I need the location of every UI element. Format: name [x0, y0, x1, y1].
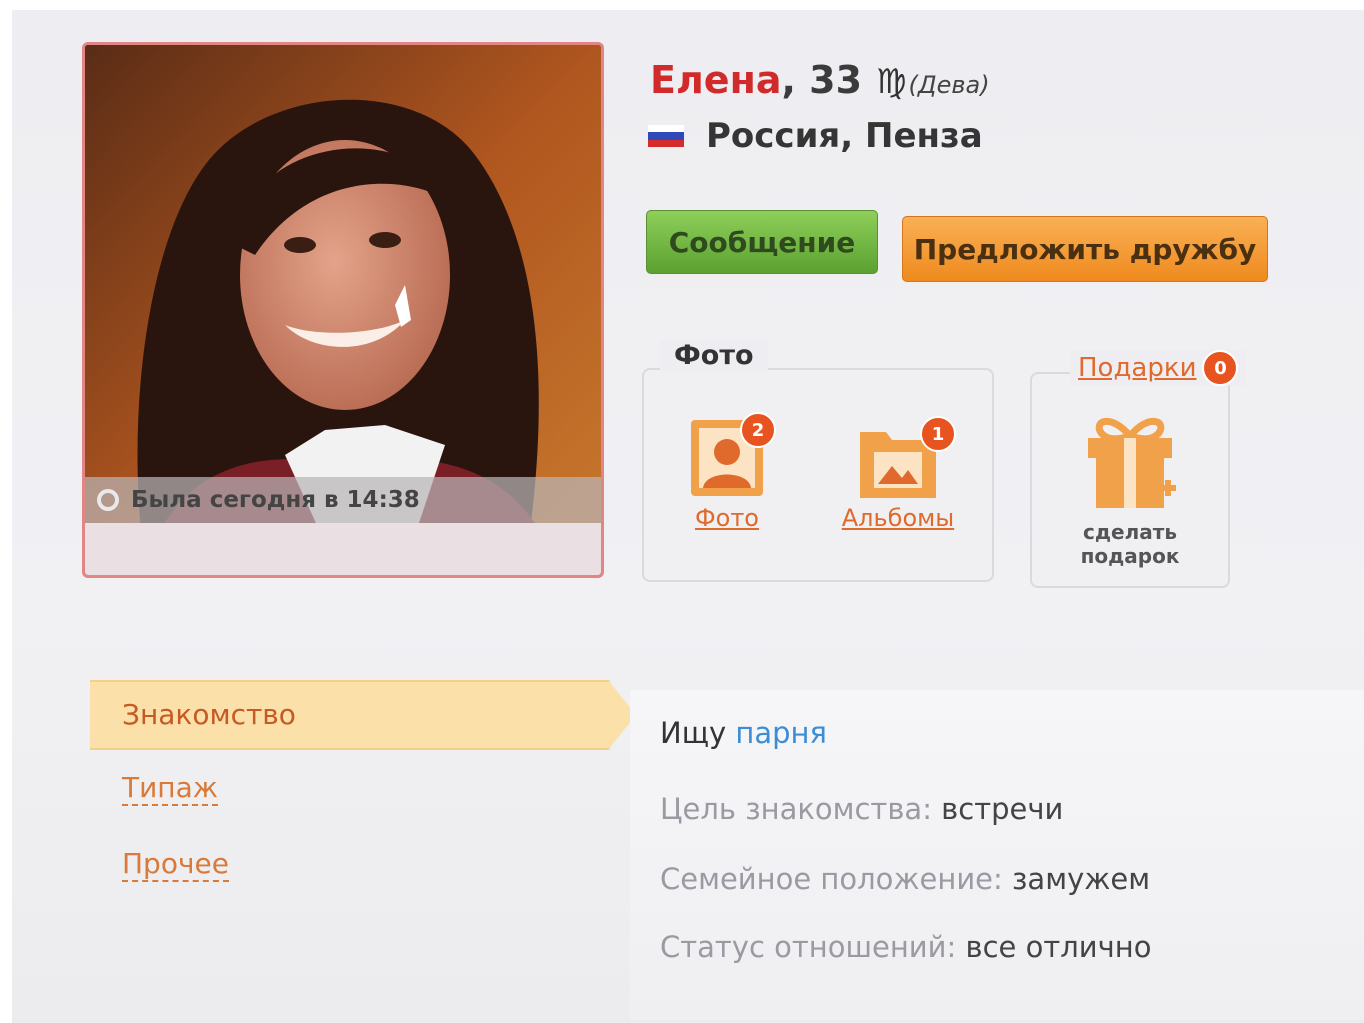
photos-link[interactable]: Фото — [695, 504, 759, 532]
location-text: Россия, Пенза — [706, 116, 983, 156]
profile-photo[interactable]: Была сегодня в 14:38 — [82, 42, 604, 578]
photos-count-badge: 2 — [740, 412, 776, 448]
profile-location: Россия, Пенза — [648, 116, 983, 156]
send-message-button[interactable]: Сообщение — [646, 210, 878, 274]
albums-link[interactable]: Альбомы — [842, 504, 954, 532]
profile-age: , 33 — [781, 58, 863, 102]
tab-other[interactable]: Прочее — [122, 848, 229, 882]
tab-dating-label[interactable]: Знакомство — [122, 698, 296, 731]
photos-tile[interactable]: 2 Фото — [682, 412, 776, 532]
relationship-status-value: все отлично — [956, 930, 1152, 964]
zodiac-label: (Дева) — [908, 71, 990, 99]
goal-row: Цель знакомства: встречи — [660, 792, 1063, 826]
relationship-status-row: Статус отношений: все отлично — [660, 930, 1151, 964]
family-status-label: Семейное положение: — [660, 862, 1003, 896]
albums-tile[interactable]: 1 Альбомы — [830, 416, 966, 532]
gifts-count-badge: 0 — [1202, 350, 1239, 386]
photos-panel-legend: Фото — [660, 340, 768, 371]
seeking-row: Ищу парня — [660, 716, 827, 750]
gifts-link[interactable]: Подарки — [1078, 353, 1196, 383]
goal-value: встречи — [931, 792, 1064, 826]
profile-name: Елена — [650, 58, 782, 102]
family-status-value: замужем — [1002, 862, 1151, 896]
albums-count-badge: 1 — [920, 416, 956, 452]
photo-footer — [85, 523, 601, 575]
profile-header: Елена , 33 ♍ (Дева) — [650, 58, 990, 102]
gifts-panel-legend: Подарки 0 — [1070, 350, 1247, 386]
relationship-status-label: Статус отношений: — [660, 930, 957, 964]
russia-flag-icon — [648, 125, 684, 147]
online-status-text: Была сегодня в 14:38 — [131, 487, 420, 513]
seeking-prefix: Ищу — [660, 716, 736, 750]
online-indicator-icon — [97, 489, 119, 511]
gift-icon — [1088, 417, 1176, 508]
family-status-row: Семейное положение: замужем — [660, 862, 1150, 896]
make-gift-caption-line2: подарок — [1080, 544, 1180, 568]
make-gift-caption-line1: сделать — [1083, 520, 1177, 544]
make-gift-tile[interactable]: сделать подарок — [1060, 410, 1200, 568]
seeking-value-link[interactable]: парня — [735, 716, 827, 750]
online-status-bar: Была сегодня в 14:38 — [85, 477, 601, 523]
offer-friendship-button[interactable]: Предложить дружбу — [902, 216, 1268, 282]
make-gift-caption[interactable]: сделать подарок — [1081, 520, 1180, 568]
virgo-icon: ♍ — [876, 62, 907, 102]
goal-label: Цель знакомства: — [660, 792, 932, 826]
tab-type[interactable]: Типаж — [122, 772, 218, 806]
